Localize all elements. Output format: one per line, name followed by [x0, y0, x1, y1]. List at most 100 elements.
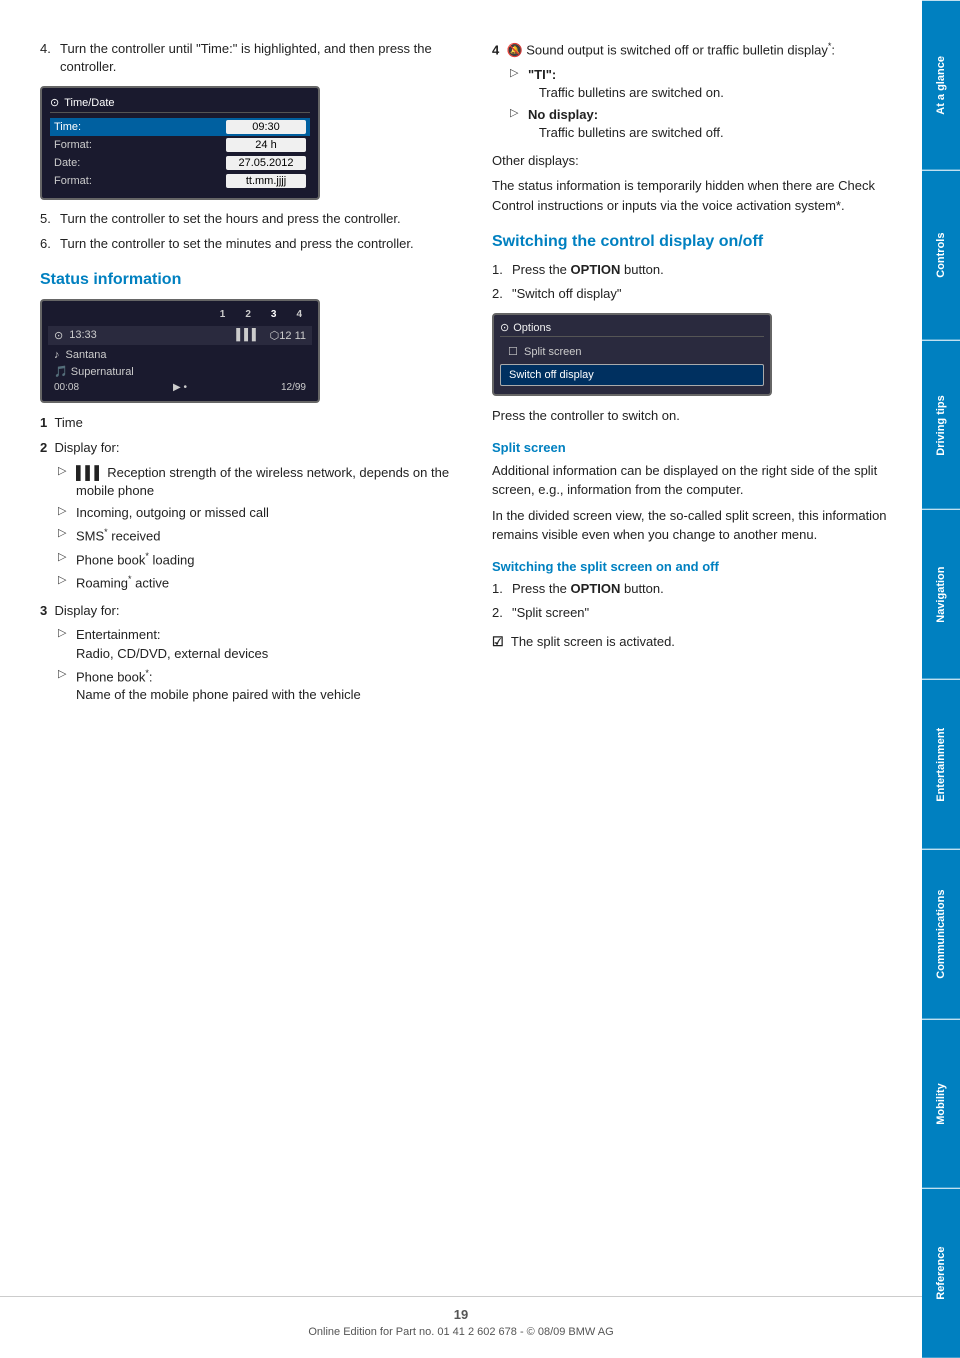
- step6-text: Turn the controller to set the minutes a…: [60, 235, 414, 253]
- checkmark-text: ☑ The split screen is activated.: [492, 632, 892, 652]
- timedate-value-format1: 24 h: [226, 138, 306, 152]
- sidebar-tab-reference[interactable]: Reference: [922, 1188, 960, 1358]
- item3-bullet1: ▷ Entertainment:Radio, CD/DVD, external …: [58, 626, 452, 662]
- section2-step1-num: 1.: [492, 261, 506, 279]
- timedate-value-format2: tt.mm.jjjj: [226, 174, 306, 188]
- timedate-label-time: Time:: [54, 121, 81, 133]
- status-num3: 3: [271, 309, 277, 320]
- item4-bullet1-text: "TI": Traffic bulletins are switched on.: [528, 66, 724, 102]
- main-content: 4. Turn the controller until "Time:" is …: [0, 0, 922, 772]
- section2-step1: 1. Press the OPTION button.: [492, 261, 892, 279]
- sidebar-tab-navigation[interactable]: Navigation: [922, 509, 960, 679]
- sidebar-tab-entertainment[interactable]: Entertainment: [922, 679, 960, 849]
- triangle-icon: ▷: [510, 106, 520, 142]
- item2-bullet4-text: Phone book* loading: [76, 550, 194, 570]
- timedate-value-time: 09:30: [226, 120, 306, 134]
- sidebar-tab-communications[interactable]: Communications: [922, 849, 960, 1019]
- triangle-icon: ▷: [58, 550, 68, 570]
- item2-bullet4: ▷ Phone book* loading: [58, 550, 452, 570]
- switching-step2: 2. "Split screen": [492, 604, 892, 622]
- switching-step1-text: Press the OPTION button.: [512, 580, 664, 598]
- triangle-icon: ▷: [58, 504, 68, 522]
- step5-item: 5. Turn the controller to set the hours …: [40, 210, 452, 228]
- status-time-row: ⊙ 13:33 ▌▌▌ ⬡12 11: [48, 326, 312, 345]
- status-wifi-icon: ⊙: [54, 329, 63, 342]
- item2-bullet2: ▷ Incoming, outgoing or missed call: [58, 504, 452, 522]
- status-progress-row: 00:08 ▶ • 12/99: [48, 380, 312, 395]
- timedate-icon: ⊙: [50, 96, 59, 109]
- options-item-split-screen: ☐ Split screen: [500, 341, 764, 362]
- item2-text: 2 Display for:: [40, 438, 452, 458]
- item3-num: 3: [40, 603, 47, 618]
- options-item-switch-off: Switch off display: [500, 364, 764, 386]
- timedate-row-format1: Format: 24 h: [50, 136, 310, 154]
- split-text1: Additional information can be displayed …: [492, 461, 892, 500]
- step4-item: 4. Turn the controller until "Time:" is …: [40, 40, 452, 76]
- triangle-icon: ▷: [58, 573, 68, 593]
- item1-text: 1 Time: [40, 413, 452, 433]
- timedate-title: Time/Date: [64, 97, 114, 109]
- status-num4: 4: [296, 309, 302, 320]
- status-screenshot: 1 2 3 4 ⊙ 13:33 ▌▌▌ ⬡12 11 ♪ Santana 🎵 S…: [40, 299, 320, 403]
- split-screen-checkbox: ☐: [508, 346, 518, 358]
- item4-num: 4: [492, 42, 499, 57]
- switching-step1-num: 1.: [492, 580, 506, 598]
- section2-step2-text: "Switch off display": [512, 285, 621, 303]
- sidebar-tab-driving-tips[interactable]: Driving tips: [922, 340, 960, 510]
- triangle-icon: ▷: [510, 66, 520, 102]
- sidebar-tab-mobility[interactable]: Mobility: [922, 1019, 960, 1189]
- status-track-num: 12/99: [281, 382, 306, 393]
- status-artist: Santana: [66, 349, 107, 361]
- section2-steps: 1. Press the OPTION button. 2. "Switch o…: [492, 261, 892, 303]
- item4-text: 4 🔕 Sound output is switched off or traf…: [492, 40, 892, 60]
- steps56-list: 5. Turn the controller to set the hours …: [40, 210, 452, 252]
- step4-num: 4.: [40, 40, 54, 76]
- split-screen-heading: Split screen: [492, 440, 892, 455]
- press-controller-text: Press the controller to switch on.: [492, 406, 892, 426]
- item4-bullet2-text: No display: Traffic bulletins are switch…: [528, 106, 724, 142]
- switching-step2-num: 2.: [492, 604, 506, 622]
- timedate-label-date: Date:: [54, 157, 80, 169]
- options-icon: ⊙: [500, 321, 509, 334]
- switching-split-heading: Switching the split screen on and off: [492, 559, 892, 574]
- switching-step1: 1. Press the OPTION button.: [492, 580, 892, 598]
- left-column: 4. Turn the controller until "Time:" is …: [40, 40, 452, 712]
- sidebar-tab-controls[interactable]: Controls: [922, 170, 960, 340]
- status-track-name: Supernatural: [71, 366, 134, 378]
- item2-container: 2 Display for: ▷ ▌▌▌ Reception strength …: [40, 438, 452, 593]
- status-track-row: 🎵 Supernatural: [48, 363, 312, 380]
- checkmark-icon: ☑: [492, 634, 504, 649]
- switching-step2-text: "Split screen": [512, 604, 589, 622]
- item4-container: 4 🔕 Sound output is switched off or traf…: [492, 40, 892, 143]
- section2-heading: Switching the control display on/off: [492, 233, 892, 251]
- timedate-row-format2: Format: tt.mm.jjjj: [50, 172, 310, 190]
- item3-bullet2-text: Phone book*:Name of the mobile phone pai…: [76, 667, 361, 705]
- checkmark-label: The split screen is activated.: [511, 634, 675, 649]
- item2-num: 2: [40, 440, 47, 455]
- options-screenshot: ⊙ Options ☐ Split screen Switch off disp…: [492, 313, 772, 396]
- sidebar-tab-at-a-glance[interactable]: At a glance: [922, 0, 960, 170]
- section2-step2-num: 2.: [492, 285, 506, 303]
- step4-text: Turn the controller until "Time:" is hig…: [60, 40, 452, 76]
- item3-bullets: ▷ Entertainment:Radio, CD/DVD, external …: [58, 626, 452, 704]
- status-music-icon: ♪: [54, 349, 60, 361]
- item3-container: 3 Display for: ▷ Entertainment:Radio, CD…: [40, 601, 452, 705]
- step6-item: 6. Turn the controller to set the minute…: [40, 235, 452, 253]
- item2-bullet2-text: Incoming, outgoing or missed call: [76, 504, 269, 522]
- triangle-icon: ▷: [58, 526, 68, 546]
- timedate-row-date: Date: 27.05.2012: [50, 154, 310, 172]
- step5-num: 5.: [40, 210, 54, 228]
- options-header: ⊙ Options: [500, 321, 764, 337]
- timedate-row-time: Time: 09:30: [50, 118, 310, 136]
- triangle-icon: ▷: [58, 667, 68, 705]
- status-signal-icon: ▌▌▌: [236, 329, 259, 341]
- timedate-value-date: 27.05.2012: [226, 156, 306, 170]
- page-number: 19: [0, 1307, 922, 1322]
- section2-step2: 2. "Switch off display": [492, 285, 892, 303]
- status-time-value: 13:33: [69, 329, 230, 341]
- status-battery-icon: ⬡12 11: [270, 329, 306, 342]
- item3-bullet2: ▷ Phone book*:Name of the mobile phone p…: [58, 667, 452, 705]
- right-column: 4 🔕 Sound output is switched off or traf…: [472, 40, 892, 712]
- other-displays-text: The status information is temporarily hi…: [492, 176, 892, 215]
- item3-text: 3 Display for:: [40, 601, 452, 621]
